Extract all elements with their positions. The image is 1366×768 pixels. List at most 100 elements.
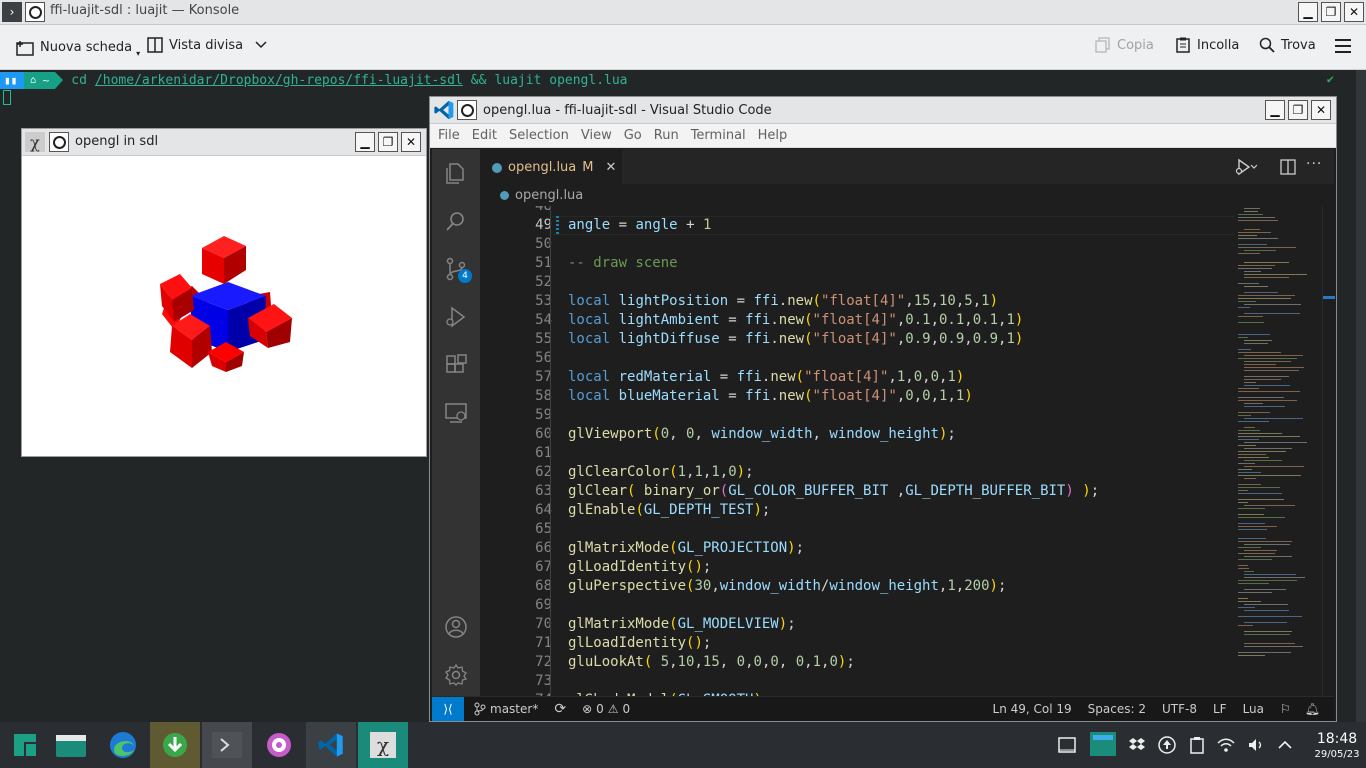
remote-indicator[interactable]: ⟩⟨ xyxy=(432,697,464,721)
taskbar-file-manager[interactable] xyxy=(46,722,96,768)
wifi-icon[interactable] xyxy=(1217,736,1235,754)
find-button[interactable]: Trova xyxy=(1259,37,1316,53)
code-line[interactable]: 53 local lightPosition = ffi.new("float[4… xyxy=(480,292,1234,311)
code-line[interactable]: 62 glClearColor(1,1,1,0); xyxy=(480,463,1234,482)
menu-view[interactable]: View xyxy=(581,128,612,143)
taskbar-media-player[interactable] xyxy=(254,722,304,768)
terminal-scrollbar[interactable] xyxy=(1356,70,1366,722)
run-debug-icon[interactable] xyxy=(444,305,468,329)
sync-button[interactable]: ⟳ xyxy=(554,701,566,717)
code-line[interactable]: 73 xyxy=(480,672,1234,691)
encoding[interactable]: UTF-8 xyxy=(1162,702,1197,716)
close-tab-icon[interactable]: ✕ xyxy=(605,160,616,175)
show-desktop-icon[interactable] xyxy=(1058,736,1076,754)
menu-terminal[interactable]: Terminal xyxy=(691,128,746,143)
taskbar-x-app[interactable]: χ xyxy=(358,722,408,768)
pin-icon[interactable] xyxy=(49,132,69,152)
code-line[interactable]: 66 glMatrixMode(GL_PROJECTION); xyxy=(480,539,1234,558)
close-button[interactable]: ✕ xyxy=(401,132,421,152)
account-icon[interactable] xyxy=(444,615,468,639)
menu-file[interactable]: File xyxy=(438,128,460,143)
pin-icon[interactable] xyxy=(25,2,45,22)
maximize-button[interactable]: ❐ xyxy=(378,132,398,152)
pin-icon[interactable] xyxy=(457,100,477,120)
language-mode[interactable]: Lua xyxy=(1243,702,1264,716)
menu-help[interactable]: Help xyxy=(758,128,788,143)
remote-explorer-icon[interactable] xyxy=(444,401,468,425)
end-of-line[interactable]: LF xyxy=(1213,702,1227,716)
settings-gear-icon[interactable] xyxy=(444,663,468,687)
feedback-icon[interactable]: ⚐ xyxy=(1280,702,1291,716)
chevron-up-icon[interactable] xyxy=(1276,736,1294,754)
indentation[interactable]: Spaces: 2 xyxy=(1088,702,1146,716)
split-view-button[interactable]: Vista divisa xyxy=(147,37,267,53)
taskbar-edge[interactable] xyxy=(98,722,148,768)
code-line[interactable]: 65 xyxy=(480,520,1234,539)
branch-indicator[interactable]: master* xyxy=(474,702,538,716)
code-line[interactable]: 70 glMatrixMode(GL_MODELVIEW); xyxy=(480,615,1234,634)
minimize-button[interactable]: ▁ xyxy=(355,132,375,152)
code-line[interactable]: 63 glClear( binary_or(GL_COLOR_BUFFER_BIT… xyxy=(480,482,1234,501)
code-line[interactable]: 60 glViewport(0, 0, window_width, window_… xyxy=(480,425,1234,444)
paste-button[interactable]: Incolla xyxy=(1175,37,1239,53)
code-line[interactable]: 72 gluLookAt( 5,10,15, 0,0,0, 0,1,0); xyxy=(480,653,1234,672)
breadcrumb-file[interactable]: opengl.lua xyxy=(515,188,583,203)
menu-go[interactable]: Go xyxy=(624,128,642,143)
close-button[interactable]: ✕ xyxy=(1311,100,1331,120)
taskbar-konsole[interactable] xyxy=(202,722,252,768)
code-line[interactable]: 61 xyxy=(480,444,1234,463)
tab-opengl-lua[interactable]: opengl.lua M ✕ xyxy=(480,149,622,185)
hamburger-menu-icon[interactable] xyxy=(1335,39,1351,53)
pager-icon[interactable] xyxy=(1090,732,1116,756)
search-icon[interactable] xyxy=(444,209,468,233)
code-line[interactable]: 49 angle = angle + 1 xyxy=(480,216,1234,235)
menu-selection[interactable]: Selection xyxy=(509,128,569,143)
new-tab-button[interactable]: Nuova scheda ▾ xyxy=(16,37,140,58)
taskbar-downloader[interactable] xyxy=(150,722,200,768)
run-file-icon[interactable] xyxy=(1235,158,1257,176)
cursor-position[interactable]: Ln 49, Col 19 xyxy=(993,702,1072,716)
minimap[interactable] xyxy=(1234,206,1322,696)
code-line[interactable]: 58 local blueMaterial = ffi.new("float[4]… xyxy=(480,387,1234,406)
application-launcher[interactable] xyxy=(0,722,50,768)
code-line[interactable]: 71 glLoadIdentity(); xyxy=(480,634,1234,653)
minimize-button[interactable]: ▁ xyxy=(1298,2,1318,22)
code-editor[interactable]: 48 49 angle = angle + 1 50 51 -- draw scene 52… xyxy=(480,206,1234,696)
split-editor-icon[interactable] xyxy=(1280,159,1296,175)
minimap-line xyxy=(1238,487,1280,488)
menu-run[interactable]: Run xyxy=(654,128,679,143)
dropbox-icon[interactable] xyxy=(1128,736,1146,754)
updates-icon[interactable] xyxy=(1158,736,1176,754)
line-number: 54 xyxy=(535,312,552,328)
code-line[interactable]: 69 xyxy=(480,596,1234,615)
minimize-button[interactable]: ▁ xyxy=(1265,100,1285,120)
explorer-icon[interactable] xyxy=(444,161,468,185)
clock-time[interactable]: 18:48 xyxy=(1312,731,1362,747)
problems-indicator[interactable]: ⊗ 0 ⚠ 0 xyxy=(582,702,630,716)
code-line[interactable]: 64 glEnable(GL_DEPTH_TEST); xyxy=(480,501,1234,520)
code-line[interactable]: 54 local lightAmbient = ffi.new("float[4]… xyxy=(480,311,1234,330)
maximize-button[interactable]: ❐ xyxy=(1288,100,1308,120)
maximize-button[interactable]: ❐ xyxy=(1321,2,1341,22)
taskbar-vscode[interactable] xyxy=(306,722,356,768)
close-button[interactable]: ✕ xyxy=(1344,2,1364,22)
code-line[interactable]: 68 gluPerspective(30,window_width/window_… xyxy=(480,577,1234,596)
code-line[interactable]: 57 local redMaterial = ffi.new("float[4]"… xyxy=(480,368,1234,387)
code-line[interactable]: 59 xyxy=(480,406,1234,425)
code-line[interactable]: 48 xyxy=(480,206,1234,216)
clock-date[interactable]: 29/05/23 xyxy=(1312,749,1362,760)
code-line[interactable]: 55 local lightDiffuse = ffi.new("float[4]… xyxy=(480,330,1234,349)
more-actions-icon[interactable]: ··· xyxy=(1306,156,1322,172)
copy-button[interactable]: Copia xyxy=(1095,37,1154,53)
notifications-bell-icon[interactable]: 🔔︎ xyxy=(1305,702,1320,716)
editor-scrollbar[interactable] xyxy=(1322,206,1335,696)
code-line[interactable]: 56 xyxy=(480,349,1234,368)
volume-icon[interactable] xyxy=(1247,736,1265,754)
code-line[interactable]: 67 glLoadIdentity(); xyxy=(480,558,1234,577)
menu-edit[interactable]: Edit xyxy=(472,128,497,143)
code-line[interactable]: 51 -- draw scene xyxy=(480,254,1234,273)
extensions-icon[interactable] xyxy=(444,353,468,377)
code-line[interactable]: 50 xyxy=(480,235,1234,254)
clipboard-icon[interactable] xyxy=(1188,736,1206,754)
code-line[interactable]: 52 xyxy=(480,273,1234,292)
